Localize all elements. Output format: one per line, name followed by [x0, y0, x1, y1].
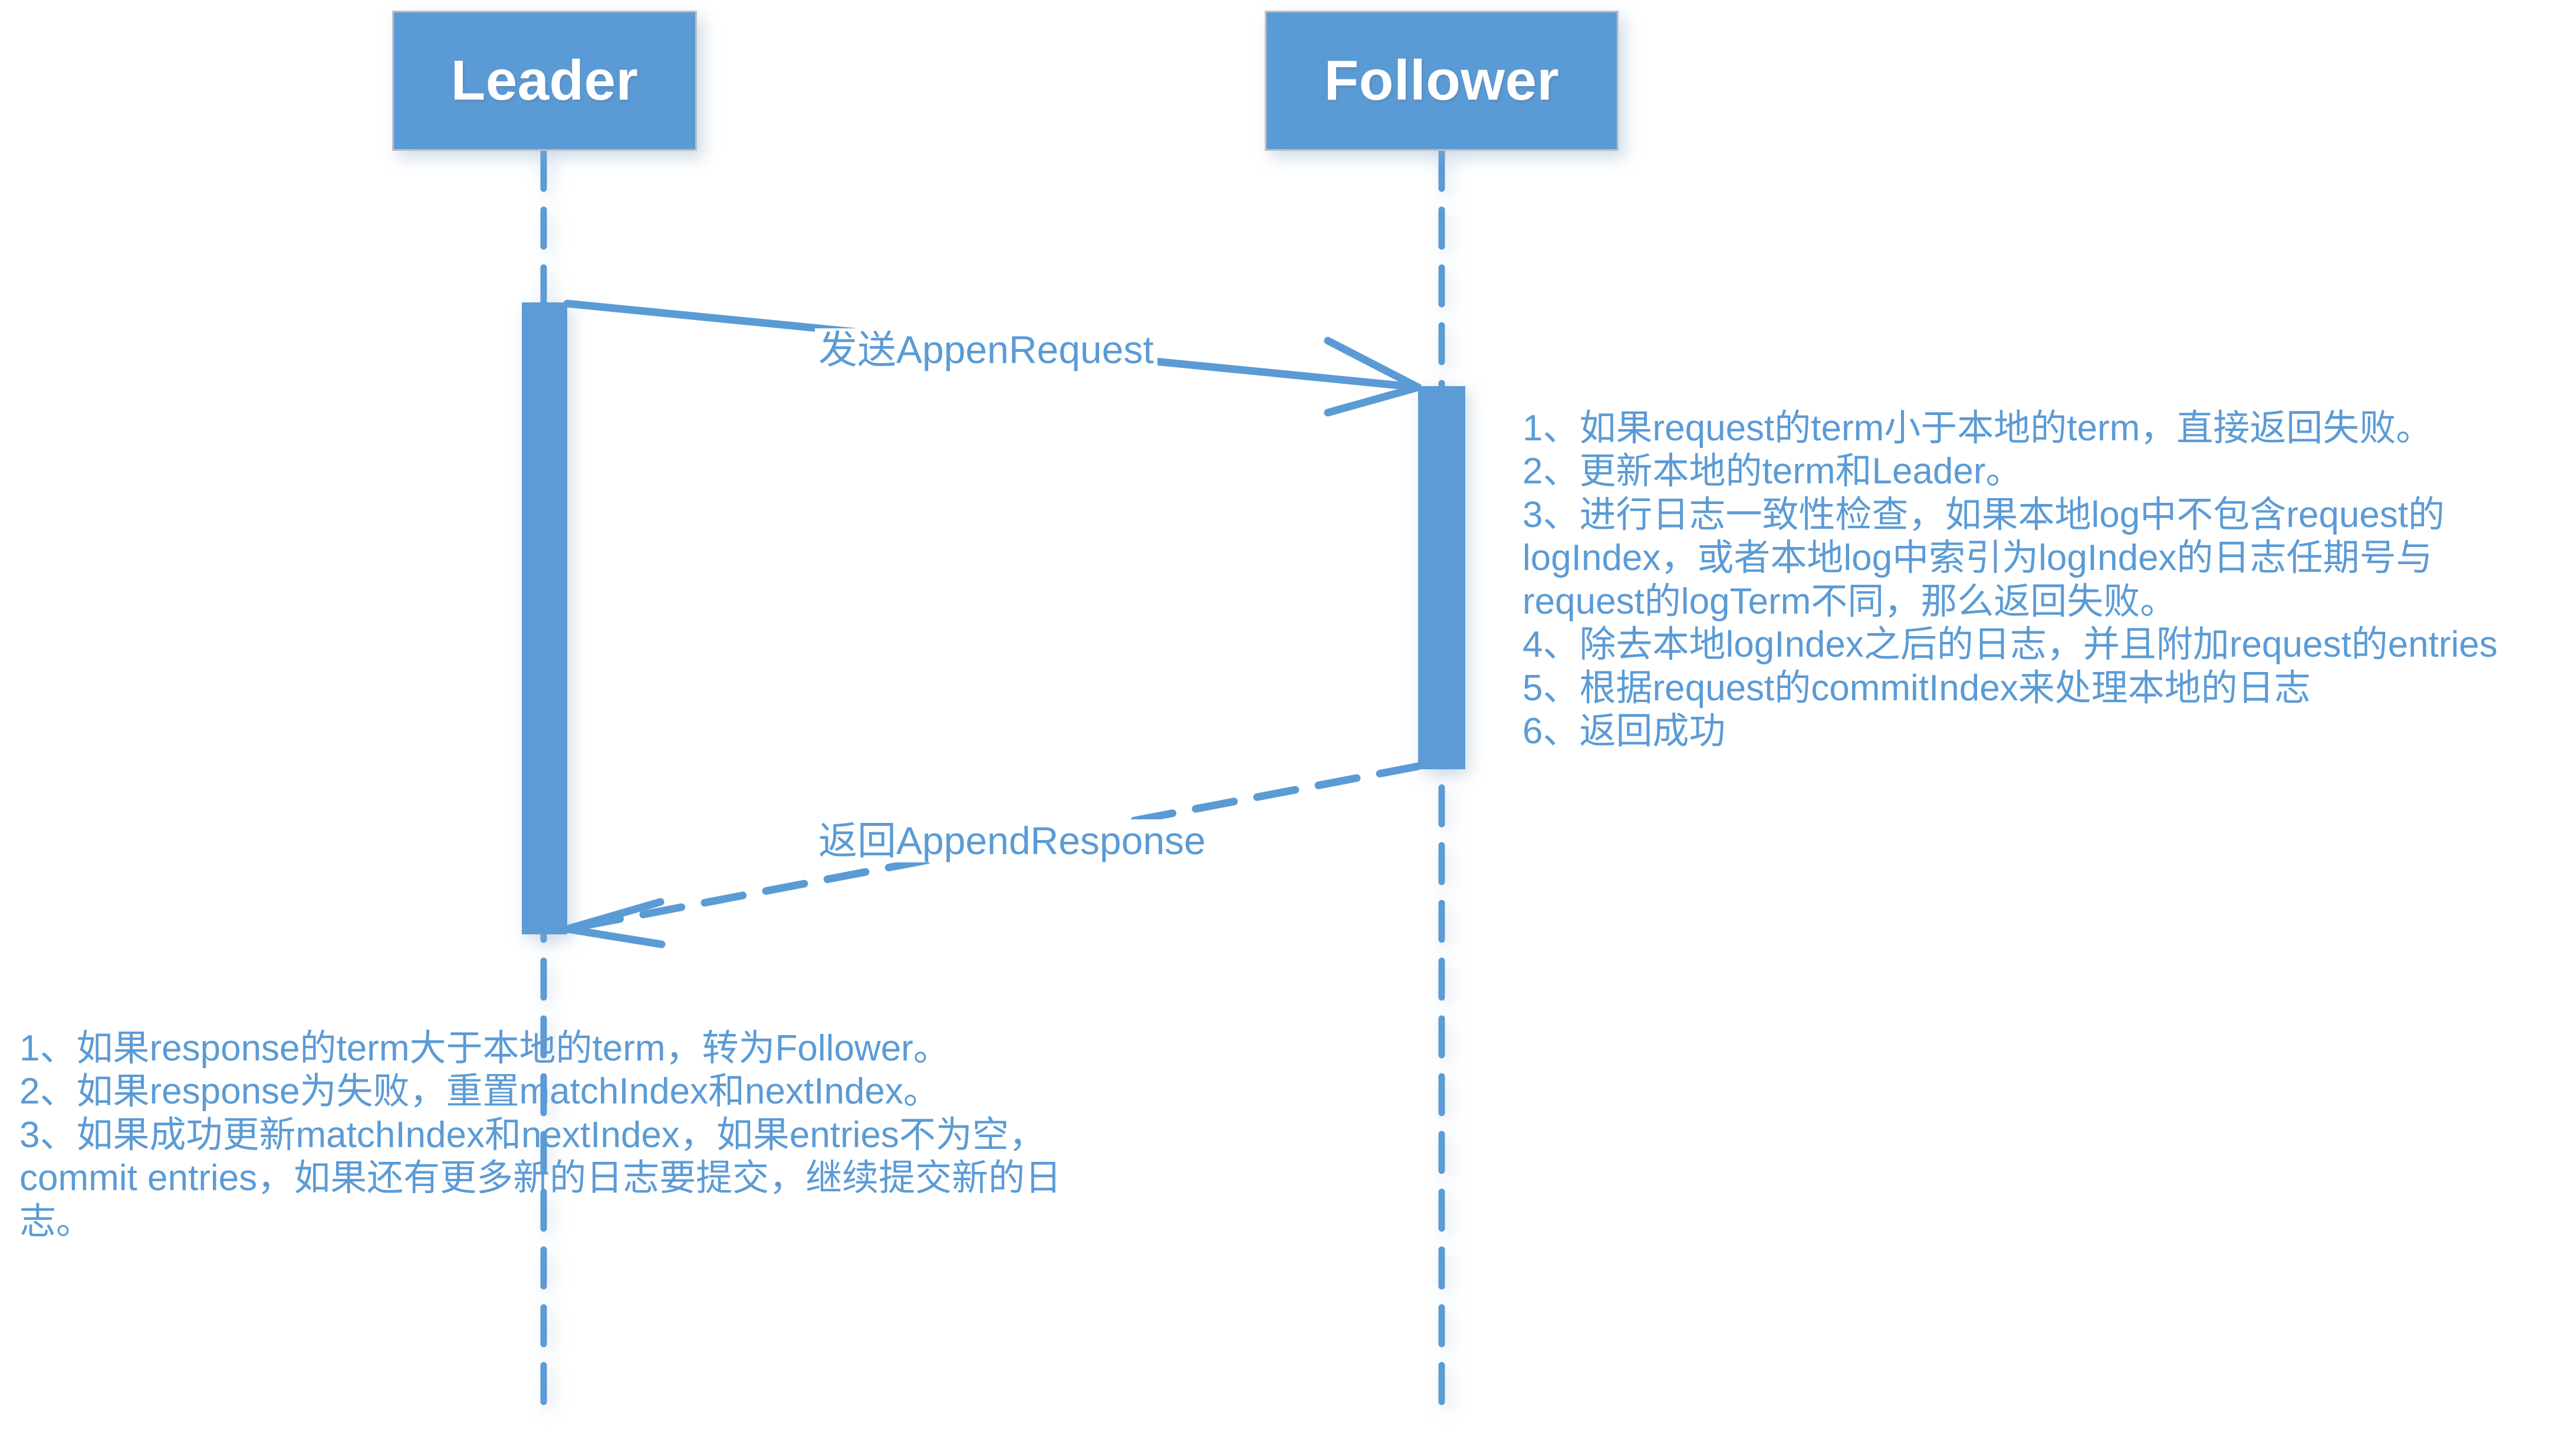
sequence-diagram: Leader Follower 发送AppenRequest 返回AppendR… — [0, 0, 2562, 1456]
note-leader-line-3: 3、如果成功更新matchIndex和nextIndex，如果entries不为… — [19, 1114, 1062, 1242]
participant-label-leader: Leader — [450, 49, 639, 112]
note-follower-line-3: 3、进行日志一致性检查，如果本地log中不包含request的logIndex，… — [1522, 494, 2445, 622]
note-follower-line-5: 5、根据request的commitIndex来处理本地的日志 — [1522, 667, 2311, 709]
note-follower-line-2: 2、更新本地的term和Leader。 — [1522, 451, 2022, 492]
note-follower-line-4: 4、除去本地logIndex之后的日志，并且附加request的entries — [1522, 624, 2498, 666]
message-label-append-response: 返回AppendResponse — [815, 819, 1209, 862]
note-follower-line-6: 6、返回成功 — [1522, 711, 1726, 752]
note-leader-line-2: 2、如果response为失败，重置matchIndex和nextIndex。 — [19, 1071, 940, 1112]
note-follower: 1、如果request的term小于本地的term，直接返回失败。 2、更新本地… — [1522, 407, 2548, 753]
arrowhead-append-response-lower — [563, 925, 666, 948]
note-leader: 1、如果response的term大于本地的term，转为Follower。 2… — [19, 1027, 1075, 1243]
participant-label-follower: Follower — [1324, 49, 1560, 112]
activation-bar-follower — [1418, 386, 1465, 769]
participant-header-follower[interactable]: Follower — [1265, 11, 1619, 151]
note-follower-line-1: 1、如果request的term小于本地的term，直接返回失败。 — [1522, 408, 2433, 449]
message-label-append-request: 发送AppenRequest — [815, 328, 1157, 371]
participant-header-leader[interactable]: Leader — [392, 11, 697, 151]
activation-bar-leader — [522, 302, 567, 934]
arrowhead-append-request-lower — [1324, 383, 1422, 417]
note-leader-line-1: 1、如果response的term大于本地的term，转为Follower。 — [19, 1028, 950, 1069]
